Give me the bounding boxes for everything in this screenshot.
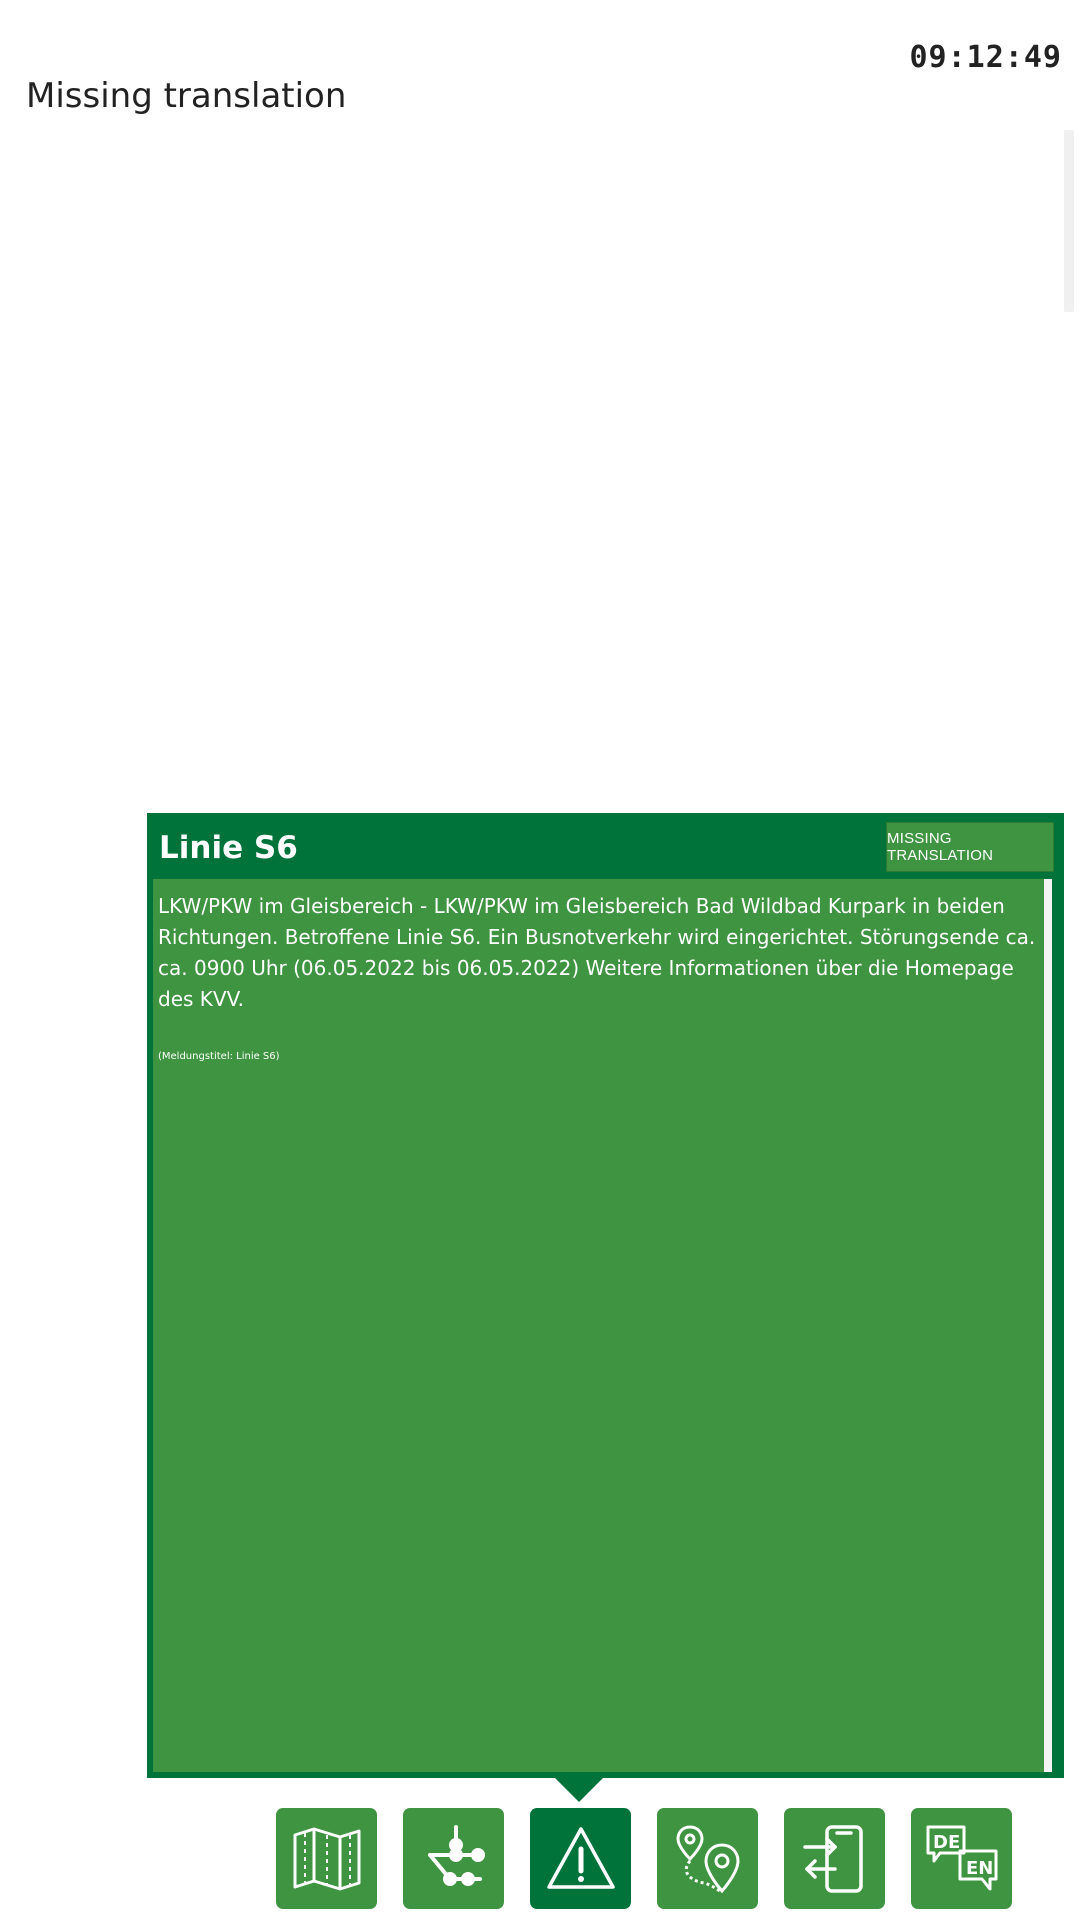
message-scrollbar[interactable]: [1044, 879, 1052, 1772]
page-title: Missing translation: [26, 76, 347, 116]
nav-network-button[interactable]: [403, 1808, 504, 1909]
screen: 09:12:49 Missing translation Linie S6 MI…: [0, 0, 1080, 1920]
route-pin-icon: [675, 1824, 740, 1893]
message-text: LKW/PKW im Gleisbereich - LKW/PKW im Gle…: [158, 894, 1036, 1011]
bottom-nav: DE EN: [276, 1808, 1012, 1909]
message-header: Linie S6 MISSING TRANSLATION: [147, 813, 1064, 877]
translate-button[interactable]: MISSING TRANSLATION: [886, 822, 1054, 872]
message-meta: (Meldungstitel: Linie S6): [158, 1051, 280, 1062]
nav-map-button[interactable]: [276, 1808, 377, 1909]
nav-warning-button[interactable]: [530, 1808, 631, 1909]
phone-transfer-icon: [802, 1824, 863, 1893]
message-title: Linie S6: [159, 830, 298, 866]
nav-language-button[interactable]: DE EN: [911, 1808, 1012, 1909]
network-icon: [427, 1824, 485, 1886]
active-tab-pointer: [555, 1778, 603, 1802]
nav-route-button[interactable]: [657, 1808, 758, 1909]
svg-text:EN: EN: [966, 1858, 993, 1879]
svg-text:DE: DE: [933, 1832, 960, 1853]
language-icon: DE EN: [926, 1825, 997, 1890]
clock: 09:12:49: [909, 40, 1062, 75]
nav-phone-transfer-button[interactable]: [784, 1808, 885, 1909]
map-icon: [293, 1827, 360, 1890]
warning-icon: [546, 1826, 615, 1889]
top-scrollbar[interactable]: [1064, 130, 1074, 312]
message-panel: Linie S6 MISSING TRANSLATION LKW/PKW im …: [147, 813, 1064, 1778]
message-body: LKW/PKW im Gleisbereich - LKW/PKW im Gle…: [153, 879, 1052, 1772]
